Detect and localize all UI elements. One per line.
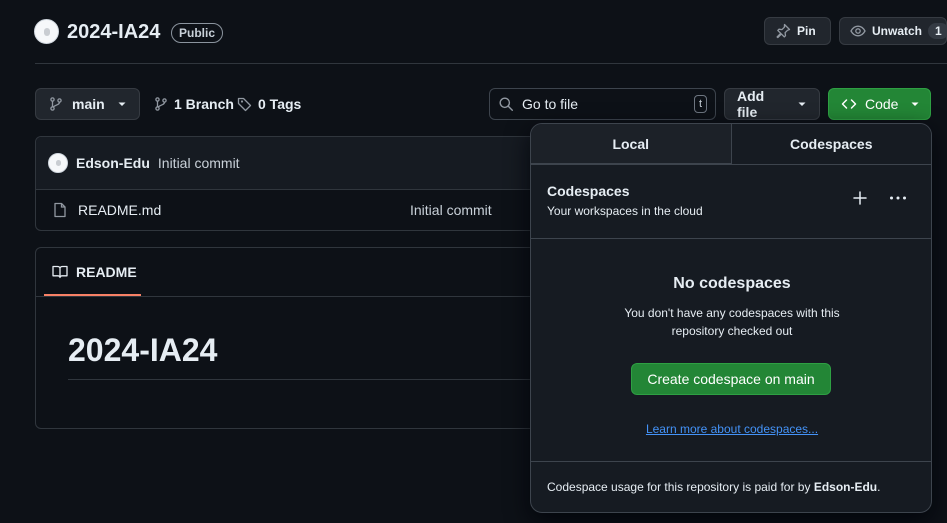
codespaces-subtitle: Your workspaces in the cloud: [547, 204, 703, 218]
file-name[interactable]: README.md: [78, 202, 400, 218]
git-branch-icon: [48, 96, 64, 112]
add-file-label: Add file: [737, 88, 765, 120]
book-icon: [52, 264, 68, 280]
readme-tab-label: README: [76, 264, 137, 280]
branch-name: main: [72, 96, 105, 112]
pin-button[interactable]: Pin: [764, 17, 831, 45]
no-codespaces-line-2: repository checked out: [671, 324, 793, 338]
pin-label: Pin: [797, 24, 816, 38]
tab-codespaces[interactable]: Codespaces: [731, 124, 931, 164]
readme-divider: [36, 296, 554, 297]
caret-down-icon: [910, 99, 920, 109]
file-row[interactable]: README.md Initial commit: [36, 190, 554, 230]
search-placeholder: Go to file: [522, 96, 579, 112]
latest-commit-bar: Edson-Edu Initial commit: [36, 137, 554, 190]
visibility-badge: Public: [171, 23, 224, 43]
owner-avatar[interactable]: [34, 19, 59, 44]
billing-text: Codespace usage for this repository is p…: [547, 480, 814, 494]
keyboard-shortcut-hint: t: [693, 95, 707, 113]
dropdown-tabs: Local Codespaces: [531, 124, 931, 165]
file-browser: Edson-Edu Initial commit README.md Initi…: [35, 136, 555, 231]
watch-counter: 1: [928, 23, 947, 39]
tags-link[interactable]: 0 Tags: [237, 96, 301, 112]
unwatch-label: Unwatch: [872, 24, 923, 38]
readme-box: README 2024-IA24: [35, 247, 555, 429]
go-to-file-input[interactable]: Go to file t: [489, 88, 716, 120]
caret-down-icon: [797, 99, 807, 109]
tag-icon: [237, 96, 253, 112]
billing-owner[interactable]: Edson-Edu: [814, 480, 877, 494]
plus-icon[interactable]: [853, 191, 867, 205]
author-avatar[interactable]: [48, 153, 68, 173]
billing-footer: Codespace usage for this repository is p…: [531, 461, 931, 512]
create-codespace-button[interactable]: Create codespace on main: [631, 363, 831, 395]
commit-message[interactable]: Initial commit: [158, 155, 240, 171]
branches-label: 1 Branch: [174, 96, 234, 112]
eye-icon: [850, 23, 866, 39]
add-file-button[interactable]: Add file: [724, 88, 820, 120]
git-branch-icon: [153, 96, 169, 112]
readme-tab[interactable]: README: [52, 264, 137, 280]
readme-heading-rule: [68, 379, 554, 380]
billing-suffix: .: [877, 480, 881, 494]
learn-more-link[interactable]: Learn more about codespaces...: [531, 422, 931, 436]
search-icon: [498, 96, 514, 112]
codespaces-header: Codespaces Your workspaces in the cloud: [531, 165, 931, 239]
tags-label: 0 Tags: [258, 96, 302, 112]
unwatch-button[interactable]: Unwatch 1: [839, 17, 947, 45]
code-button[interactable]: Code: [828, 88, 931, 120]
kebab-horizontal-icon[interactable]: [889, 195, 907, 201]
code-dropdown: Local Codespaces Codespaces Your workspa…: [530, 123, 932, 513]
repo-title[interactable]: 2024-IA24: [67, 21, 160, 44]
no-codespaces-line-1: You don't have any codespaces with this: [624, 306, 840, 320]
code-label: Code: [865, 96, 899, 112]
code-icon: [841, 96, 857, 112]
file-commit-message[interactable]: Initial commit: [410, 202, 492, 218]
branches-link[interactable]: 1 Branch: [153, 96, 234, 112]
caret-down-icon: [117, 99, 127, 109]
pin-icon: [775, 23, 791, 39]
file-icon: [52, 202, 68, 218]
branch-selector[interactable]: main: [35, 88, 140, 120]
readme-heading: 2024-IA24: [68, 332, 218, 368]
no-codespaces-title: No codespaces: [673, 275, 791, 292]
commit-author[interactable]: Edson-Edu: [76, 155, 150, 171]
header-divider: [35, 63, 947, 64]
tab-local[interactable]: Local: [531, 124, 732, 164]
